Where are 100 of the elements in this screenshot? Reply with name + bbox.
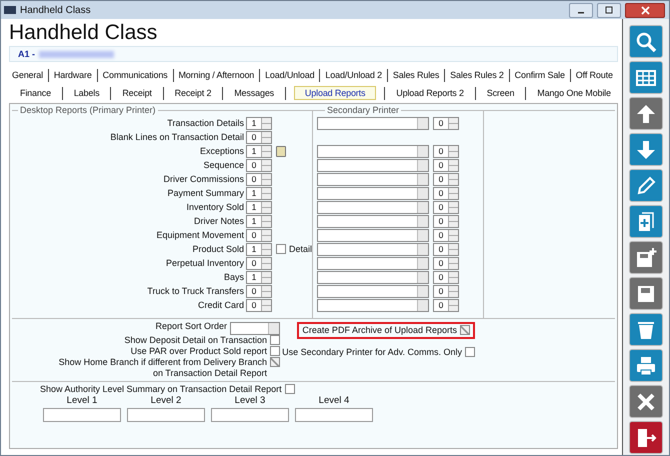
field-label: Inventory Sold — [185, 202, 245, 212]
tab[interactable]: Hardware — [50, 68, 95, 82]
checkbox[interactable] — [270, 335, 280, 345]
tab[interactable]: Mango One Mobile — [534, 86, 614, 100]
printer-dropdown[interactable] — [317, 186, 429, 200]
tab[interactable]: Off Route — [572, 68, 616, 82]
number-spinner[interactable]: 1 — [246, 270, 272, 284]
number-spinner[interactable]: 0 — [246, 158, 272, 172]
printer-dropdown[interactable] — [317, 256, 429, 270]
level-field[interactable] — [295, 408, 373, 422]
printer-dropdown[interactable] — [317, 242, 429, 256]
tab[interactable]: Receipt — [119, 86, 155, 100]
number-spinner[interactable]: 1 — [246, 144, 272, 158]
down-button[interactable] — [629, 133, 663, 166]
level-field[interactable] — [127, 408, 205, 422]
level-field[interactable] — [211, 408, 289, 422]
number-spinner[interactable]: 0 — [433, 256, 459, 270]
checkbox-label: Detail — [288, 244, 312, 254]
printer-dropdown[interactable] — [317, 200, 429, 214]
printer-dropdown[interactable] — [317, 172, 429, 186]
tab[interactable]: Upload Reports — [294, 86, 376, 100]
checkbox[interactable] — [460, 325, 470, 335]
tab[interactable]: General — [9, 68, 46, 82]
tab[interactable]: Messages — [231, 86, 278, 100]
tab[interactable]: Communications — [100, 68, 171, 82]
printer-dropdown[interactable] — [317, 298, 429, 312]
number-spinner[interactable]: 0 — [246, 172, 272, 186]
minimize-button[interactable] — [569, 2, 593, 18]
up-button[interactable] — [629, 97, 663, 130]
field-label: Truck to Truck Transfers — [146, 286, 245, 296]
grid-button[interactable] — [629, 61, 663, 94]
number-spinner[interactable]: 0 — [433, 144, 459, 158]
printer-dropdown[interactable] — [317, 214, 429, 228]
number-spinner[interactable]: 0 — [433, 200, 459, 214]
number-spinner[interactable]: 0 — [433, 186, 459, 200]
edit-button[interactable] — [629, 169, 663, 202]
printer-dropdown[interactable] — [317, 284, 429, 298]
search-button[interactable] — [629, 25, 663, 58]
checkbox[interactable] — [284, 384, 295, 394]
tab[interactable]: Load/Unload — [262, 68, 318, 82]
tab[interactable]: Screen — [484, 86, 518, 100]
checkbox[interactable] — [270, 346, 280, 356]
level-label: Level 4 — [318, 395, 350, 406]
number-spinner[interactable]: 0 — [246, 228, 272, 242]
number-spinner[interactable]: 0 — [246, 298, 272, 312]
number-spinner[interactable]: 0 — [246, 284, 272, 298]
field-label: Credit Card — [196, 300, 245, 310]
number-spinner[interactable]: 0 — [433, 158, 459, 172]
printer-dropdown[interactable] — [317, 228, 429, 242]
printer-dropdown[interactable] — [317, 270, 429, 284]
tab[interactable]: Confirm Sale — [512, 68, 568, 82]
search-icon — [635, 30, 657, 52]
tab[interactable]: Upload Reports 2 — [393, 86, 467, 100]
number-spinner[interactable]: 0 — [433, 242, 459, 256]
close-button[interactable] — [625, 2, 665, 18]
checkbox[interactable] — [465, 347, 475, 357]
number-spinner[interactable]: 0 — [433, 298, 459, 312]
tab[interactable]: Sales Rules — [390, 68, 442, 82]
sort-order-dropdown[interactable] — [230, 322, 280, 335]
number-spinner[interactable]: 1 — [246, 242, 272, 256]
number-spinner[interactable]: 0 — [433, 172, 459, 186]
form-heading: Handheld Class — [9, 20, 158, 44]
number-spinner[interactable]: 0 — [433, 270, 459, 284]
tab[interactable]: Finance — [16, 86, 54, 100]
tab[interactable]: Receipt 2 — [172, 86, 214, 100]
number-spinner[interactable]: 1 — [246, 186, 272, 200]
save-button[interactable] — [629, 277, 663, 310]
maximize-button[interactable] — [597, 2, 621, 18]
checkbox[interactable] — [270, 357, 280, 367]
number-spinner[interactable]: 1 — [246, 200, 272, 214]
field-label: Equipment Movement — [155, 230, 245, 240]
printer-dropdown[interactable] — [317, 144, 429, 158]
close-icon — [640, 6, 650, 14]
tab[interactable]: Load/Unload 2 — [322, 68, 385, 82]
number-spinner[interactable]: 1 — [246, 116, 272, 130]
number-spinner[interactable]: 0 — [246, 130, 272, 144]
tab[interactable]: Morning / Afternoon — [175, 68, 258, 82]
checkbox-label: Show Deposit Detail on Transaction — [124, 335, 267, 346]
exit-door-icon — [635, 426, 657, 448]
number-spinner[interactable]: 0 — [433, 116, 459, 130]
printer-dropdown[interactable] — [317, 116, 429, 130]
number-spinner[interactable]: 0 — [246, 256, 272, 270]
checkbox-label: Show Authority Level Summary on Transaction Detail Report — [40, 384, 282, 395]
cancel-button[interactable] — [629, 385, 663, 418]
checkbox[interactable] — [276, 244, 286, 254]
printer-dropdown[interactable] — [317, 158, 429, 172]
number-spinner[interactable]: 0 — [433, 228, 459, 242]
tab[interactable]: Labels — [70, 86, 102, 100]
exit-button[interactable] — [629, 421, 663, 454]
number-spinner[interactable]: 0 — [433, 214, 459, 228]
lookup-button[interactable] — [276, 146, 286, 156]
save-new-button[interactable] — [629, 241, 663, 274]
number-spinner[interactable]: 1 — [246, 214, 272, 228]
new-button[interactable] — [629, 205, 663, 238]
tab[interactable]: Sales Rules 2 — [447, 68, 507, 82]
print-button[interactable] — [629, 349, 663, 382]
level-field[interactable] — [43, 408, 121, 422]
delete-button[interactable] — [629, 313, 663, 346]
field-label: Transaction Details — [166, 118, 245, 128]
number-spinner[interactable]: 0 — [433, 284, 459, 298]
